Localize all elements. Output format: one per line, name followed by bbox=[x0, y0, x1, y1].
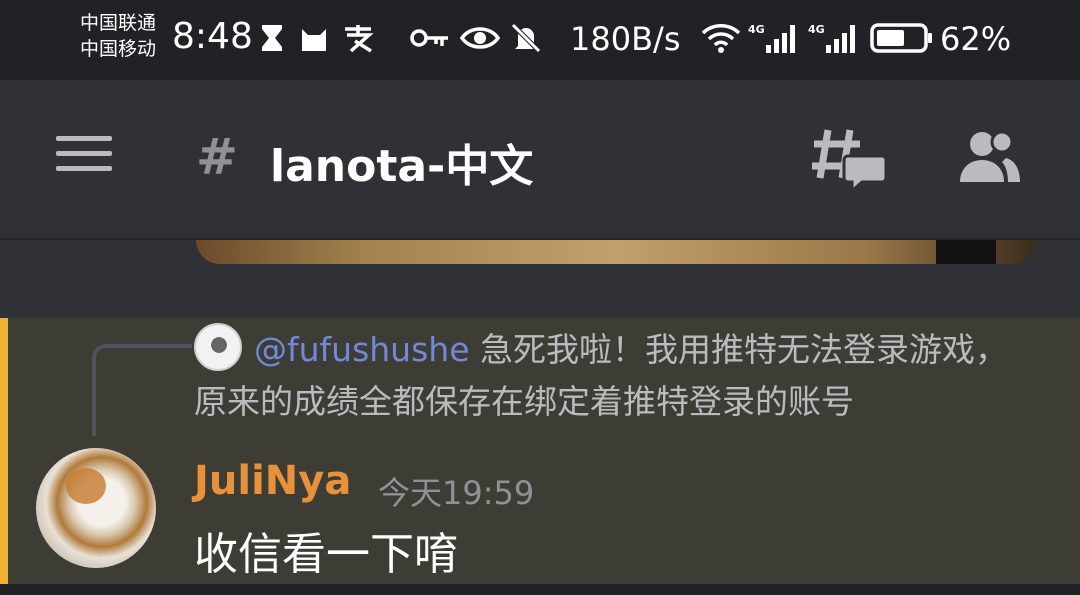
svg-text:4G: 4G bbox=[808, 23, 825, 36]
svg-text:4G: 4G bbox=[748, 23, 765, 36]
username[interactable]: JuliNya bbox=[194, 458, 351, 504]
menu-icon[interactable] bbox=[56, 136, 112, 176]
hourglass-icon bbox=[258, 20, 286, 56]
cat-app-icon bbox=[298, 20, 330, 56]
threads-icon[interactable] bbox=[812, 126, 888, 195]
avatar[interactable] bbox=[36, 448, 156, 568]
members-icon[interactable] bbox=[958, 128, 1022, 184]
channel-header: # lanota-中文 bbox=[0, 80, 1080, 240]
battery-percent: 62% bbox=[940, 20, 1012, 58]
battery-icon bbox=[870, 20, 934, 56]
key-icon bbox=[410, 20, 450, 56]
reply-connector bbox=[92, 344, 192, 436]
4g-signal-icon: 4G bbox=[748, 20, 800, 56]
eye-icon bbox=[460, 20, 500, 56]
carrier-labels: 中国联通 中国移动 bbox=[80, 10, 156, 62]
alipay-icon bbox=[340, 20, 376, 56]
channel-title[interactable]: lanota-中文 bbox=[270, 130, 533, 194]
bell-off-icon bbox=[510, 20, 542, 56]
timestamp: 今天19:59 bbox=[378, 474, 535, 512]
channel-hash-icon: # bbox=[196, 128, 238, 186]
reply-preview[interactable]: @fufushushe 急死我啦！我用推特无法登录游戏，原来的成绩全都保存在绑定… bbox=[194, 324, 1014, 428]
attachment-image[interactable] bbox=[196, 240, 1036, 264]
message-text: 收信看一下唷 bbox=[194, 529, 458, 580]
message-item[interactable]: @fufushushe 急死我啦！我用推特无法登录游戏，原来的成绩全都保存在绑定… bbox=[0, 318, 1080, 584]
status-bar: 中国联通 中国移动 8:48 180B/s 4G 4G 62% bbox=[0, 0, 1080, 80]
carrier-1: 中国联通 bbox=[80, 12, 157, 34]
net-speed: 180B/s bbox=[570, 20, 681, 58]
reply-mention[interactable]: @fufushushe bbox=[254, 330, 470, 369]
wifi-icon bbox=[700, 20, 742, 56]
4g-signal-icon: 4G bbox=[808, 20, 860, 56]
carrier-2: 中国移动 bbox=[80, 38, 157, 60]
clock: 8:48 bbox=[172, 16, 253, 57]
bottom-divider bbox=[0, 584, 1080, 595]
